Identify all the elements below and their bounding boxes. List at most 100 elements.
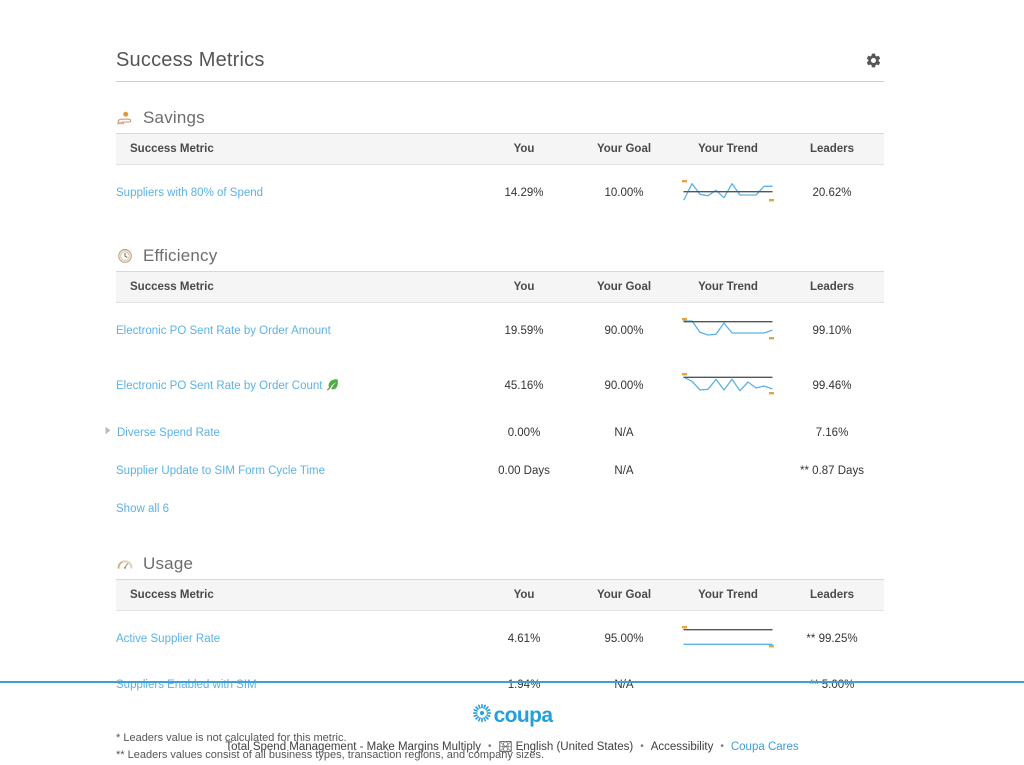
metric-link[interactable]: Electronic PO Sent Rate by Order Count <box>116 380 322 392</box>
footer-separator-3: • <box>720 741 724 752</box>
column-header-goal[interactable]: Your Goal <box>572 579 676 611</box>
footer-tagline: Total Spend Management - Make Margins Mu… <box>225 740 482 753</box>
table-header-row: Success Metric You Your Goal Your Trend Lead… <box>116 133 884 165</box>
trend-sparkline <box>682 178 774 207</box>
metric-link[interactable]: Diverse Spend Rate <box>117 427 220 439</box>
cell-leaders-value: 99.46% <box>812 379 852 392</box>
metric-sections: Savings Success Metric You Your Goal Your Tr… <box>105 108 884 704</box>
page-content: Success Metrics Savings Success Metric You… <box>105 48 884 765</box>
green-leaf-icon <box>326 378 339 394</box>
section-efficiency: Efficiency Success Metric You Your Goal Your… <box>105 246 884 528</box>
savings-hand-coin-icon <box>116 109 134 127</box>
cell-metric-name: Supplier Update to SIM Form Cycle Time <box>116 452 476 490</box>
page-footer: coupa Total Spend Management - Make Marg… <box>0 681 1024 753</box>
column-header-trend[interactable]: Your Trend <box>676 579 780 611</box>
cell-you-value: 4.61% <box>507 632 541 645</box>
column-header-metric[interactable]: Success Metric <box>116 579 476 611</box>
column-header-leaders[interactable]: Leaders <box>780 133 884 165</box>
cell-you-value: 45.16% <box>504 379 544 392</box>
cell-trend-chart <box>676 611 780 667</box>
show-all-cell: Show all 6 <box>116 490 884 528</box>
table-row: Supplier Update to SIM Form Cycle Time 0.… <box>116 452 884 490</box>
table-row: Active Supplier Rate 4.61% 95.00% ** 99.25% <box>116 611 884 667</box>
page-header: Success Metrics <box>116 48 884 82</box>
metrics-table-savings: Success Metric You Your Goal Your Trend Lead… <box>116 133 884 220</box>
cell-goal-value: 90.00% <box>604 379 644 392</box>
trend-sparkline <box>682 371 774 400</box>
footer-separator-2: • <box>640 741 644 752</box>
cell-trend-chart <box>676 452 780 490</box>
row-expander-icon[interactable] <box>104 426 114 435</box>
table-header-row: Success Metric You Your Goal Your Trend Lead… <box>116 271 884 303</box>
language-label[interactable]: English (United States) <box>516 741 634 753</box>
success-metrics-page: Success Metrics Savings Success Metric You… <box>0 0 1024 765</box>
metric-link[interactable]: Active Supplier Rate <box>116 633 220 645</box>
cell-you-value: 19.59% <box>504 324 544 337</box>
efficiency-clock-icon <box>116 247 134 265</box>
cell-leaders-value: 7.16% <box>815 426 849 439</box>
column-header-metric[interactable]: Success Metric <box>116 133 476 165</box>
section-header-efficiency: Efficiency <box>116 246 884 271</box>
table-row: Diverse Spend Rate 0.00% N/A 7.16% <box>105 413 884 452</box>
cell-trend-chart <box>676 358 780 413</box>
table-row: Suppliers with 80% of Spend 14.29% 10.00% 2… <box>116 165 884 221</box>
coupa-starburst-icon <box>472 703 492 728</box>
cell-leaders-value: ** 0.87 Days <box>800 465 864 477</box>
coupa-cares-link[interactable]: Coupa Cares <box>731 741 799 753</box>
cell-goal-value: N/A <box>614 426 634 439</box>
column-header-metric[interactable]: Success Metric <box>116 271 476 303</box>
cell-leaders-value: 99.10% <box>812 324 852 337</box>
cell-leaders-value: 20.62% <box>812 186 852 199</box>
column-header-you[interactable]: You <box>476 579 572 611</box>
show-all-link[interactable]: Show all 6 <box>116 503 169 515</box>
coupa-wordmark: coupa <box>493 704 553 727</box>
cell-you-value: 0.00 Days <box>498 465 550 477</box>
cell-goal-value: 90.00% <box>604 324 644 337</box>
cell-metric-name: Diverse Spend Rate <box>105 413 476 452</box>
section-header-usage: Usage <box>116 554 884 579</box>
column-header-goal[interactable]: Your Goal <box>572 133 676 165</box>
metric-link[interactable]: Suppliers with 80% of Spend <box>116 187 263 199</box>
cell-metric-name: Electronic PO Sent Rate by Order Amount <box>116 303 476 359</box>
flag-icon <box>498 740 512 753</box>
footer-separator-1: • <box>488 741 492 752</box>
table-header-row: Success Metric You Your Goal Your Trend Lead… <box>116 579 884 611</box>
cell-goal-value: 10.00% <box>604 186 644 199</box>
cell-leaders-value: ** 99.25% <box>806 632 858 645</box>
column-header-trend[interactable]: Your Trend <box>676 271 780 303</box>
gear-icon[interactable] <box>862 49 884 71</box>
column-header-leaders[interactable]: Leaders <box>780 271 884 303</box>
table-row: Electronic PO Sent Rate by Order Amount 1… <box>116 303 884 359</box>
cell-goal-value: N/A <box>614 465 634 477</box>
trend-sparkline <box>682 624 774 653</box>
column-header-trend[interactable]: Your Trend <box>676 133 780 165</box>
table-row: Electronic PO Sent Rate by Order Count 45… <box>116 358 884 413</box>
page-title: Success Metrics <box>116 49 265 71</box>
column-header-leaders[interactable]: Leaders <box>780 579 884 611</box>
section-savings: Savings Success Metric You Your Goal Your Tr… <box>116 108 884 220</box>
usage-gauge-icon <box>116 555 134 573</box>
cell-you-value: 14.29% <box>504 186 544 199</box>
section-title-savings: Savings <box>143 108 205 127</box>
section-title-efficiency: Efficiency <box>143 246 218 265</box>
column-header-goal[interactable]: Your Goal <box>572 271 676 303</box>
metric-link[interactable]: Supplier Update to SIM Form Cycle Time <box>116 465 325 477</box>
metric-link[interactable]: Electronic PO Sent Rate by Order Amount <box>116 325 331 337</box>
language-selector[interactable]: English (United States) <box>498 740 634 753</box>
column-header-you[interactable]: You <box>476 271 572 303</box>
cell-trend-chart <box>676 413 780 452</box>
column-header-you[interactable]: You <box>476 133 572 165</box>
metrics-table-efficiency: Success Metric You Your Goal Your Trend Lead… <box>105 271 884 528</box>
cell-trend-chart <box>676 165 780 221</box>
cell-metric-name: Suppliers with 80% of Spend <box>116 165 476 221</box>
coupa-logo: coupa <box>0 703 1024 728</box>
section-title-usage: Usage <box>143 554 194 573</box>
section-header-savings: Savings <box>116 108 884 133</box>
cell-trend-chart <box>676 303 780 359</box>
cell-you-value: 0.00% <box>507 426 541 439</box>
accessibility-link[interactable]: Accessibility <box>651 741 714 753</box>
footer-links: Total Spend Management - Make Margins Mu… <box>0 740 1024 753</box>
show-all-row: Show all 6 <box>116 490 884 528</box>
cell-goal-value: 95.00% <box>604 632 644 645</box>
cell-metric-name: Active Supplier Rate <box>116 611 476 667</box>
